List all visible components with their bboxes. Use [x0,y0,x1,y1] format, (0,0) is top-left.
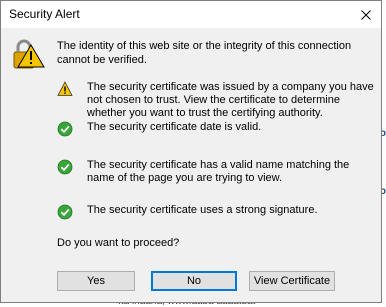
dialog-title: Security Alert [9,7,80,21]
security-alert-dialog: Security Alert The identity of this web … [0,0,382,303]
item-text: The security certificate date is valid. [87,121,262,133]
intro-message: The identity of this web site or the int… [57,40,352,66]
item-text: The security certificate has a valid nam… [87,159,350,184]
warning-icon [57,81,73,96]
check-icon [57,204,73,220]
security-lock-warning-icon [13,39,45,69]
yes-button[interactable]: Yes [57,271,135,291]
check-icon [57,121,73,137]
close-button[interactable] [351,1,381,28]
no-button[interactable]: No [151,271,237,291]
check-icon [57,159,73,175]
proceed-question: Do you want to proceed? [57,237,180,249]
item-text: The security certificate uses a strong s… [87,204,318,216]
view-certificate-button[interactable]: View Certificate [249,271,335,291]
title-bar[interactable]: Security Alert [1,1,381,28]
close-icon [361,9,371,20]
item-text: The security certificate was issued by a… [87,81,374,119]
